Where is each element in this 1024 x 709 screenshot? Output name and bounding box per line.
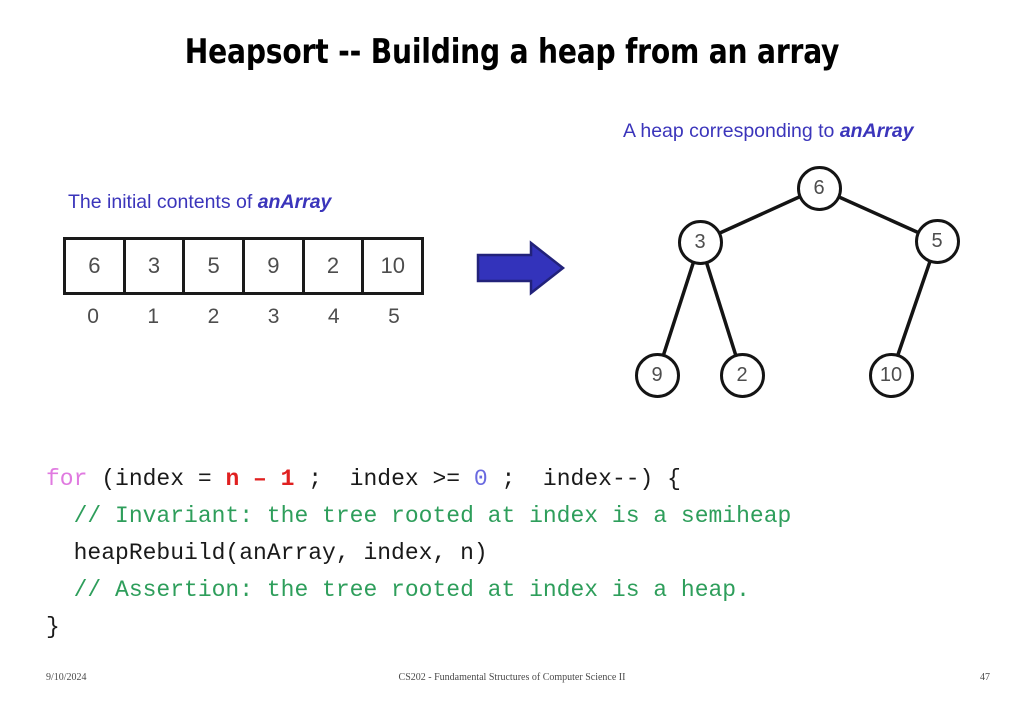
code-comment-invariant: // Invariant: the tree rooted at index i… — [46, 503, 792, 529]
tree-node-root: 6 — [796, 165, 842, 211]
array-caption: The initial contents of anArray — [68, 191, 331, 214]
array-index-label: 5 — [388, 305, 400, 328]
array-cell: 2 — [305, 240, 365, 292]
slide-footer: 9/10/2024 CS202 - Fundamental Structures… — [0, 670, 1024, 690]
array-figure: 6 3 5 9 2 10 0 1 2 3 4 5 — [63, 237, 424, 329]
array-caption-emphasis: anArray — [257, 191, 332, 213]
code-comment-assertion: // Assertion: the tree rooted at index i… — [46, 577, 750, 603]
array-cell: 5 — [185, 240, 246, 292]
heap-caption: A heap corresponding to anArray — [623, 120, 914, 143]
code-line1-part-c: ; index--) { — [487, 466, 681, 492]
tree-node-leaf: 9 — [634, 352, 680, 398]
heap-caption-prefix: A heap corresponding to — [623, 120, 840, 142]
code-number-zero: 0 — [473, 466, 488, 492]
code-highlight-n-minus-1: n – 1 — [225, 466, 295, 492]
footer-page-number: 47 — [980, 672, 990, 683]
array-cell: 9 — [245, 240, 305, 292]
array-index-row: 0 1 2 3 4 5 — [63, 305, 424, 329]
array-cell: 6 — [66, 240, 126, 292]
code-line1-part-a: (index = — [87, 466, 226, 492]
tree-node-leaf: 10 — [868, 352, 914, 398]
code-line1-part-b: ; index >= — [294, 466, 474, 492]
array-cell: 3 — [126, 240, 186, 292]
tree-node-leaf: 2 — [719, 352, 765, 398]
code-block: for (index = n – 1 ; index >= 0 ; index-… — [46, 461, 791, 646]
array-index-label: 1 — [147, 305, 160, 328]
heap-caption-emphasis: anArray — [839, 120, 914, 142]
code-closing-brace: } — [46, 614, 60, 640]
code-keyword-for: for — [46, 466, 88, 492]
array-index-label: 2 — [207, 305, 220, 328]
page-title: Heapsort -- Building a heap from an arra… — [184, 32, 840, 72]
tree-node: 3 — [677, 219, 723, 265]
code-call-heaprebuild: heapRebuild(anArray, index, n) — [46, 540, 488, 566]
footer-course: CS202 - Fundamental Structures of Comput… — [398, 672, 626, 683]
array-caption-prefix: The initial contents of — [68, 191, 258, 213]
right-arrow-icon — [476, 240, 566, 296]
heap-tree-figure: 6 3 5 9 2 10 — [620, 158, 980, 408]
array-index-label: 0 — [87, 305, 99, 328]
tree-node: 5 — [914, 218, 960, 264]
array-index-label: 4 — [327, 305, 340, 328]
array-index-label: 3 — [267, 305, 280, 328]
array-cell: 10 — [380, 253, 405, 278]
array-boxes: 6 3 5 9 2 10 — [63, 237, 424, 295]
